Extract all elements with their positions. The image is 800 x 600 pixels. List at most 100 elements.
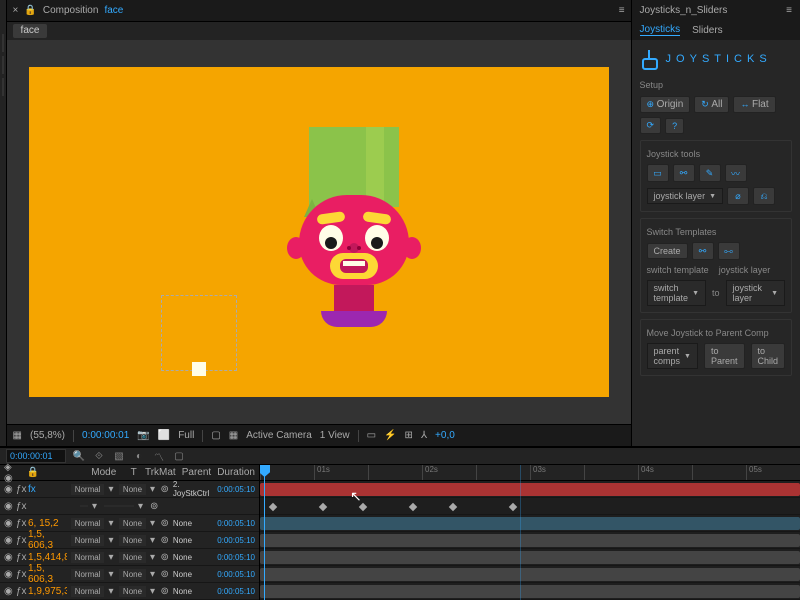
transparency-icon[interactable]: ▦ (229, 430, 238, 441)
origin-button[interactable]: ⊕ Origin (640, 96, 691, 113)
flowchart-icon[interactable]: ⅄ (421, 430, 427, 441)
eyebrow-right (362, 211, 391, 225)
composition-tab-label: Composition (43, 5, 99, 16)
reverse-button[interactable]: ⟳ (640, 117, 662, 134)
layer-row[interactable]: ◉ƒx▾▾⊚ (0, 498, 259, 515)
tool-slot[interactable] (2, 56, 4, 74)
ear-right (403, 237, 421, 259)
timecode-display[interactable]: 0:00:00:01 (82, 430, 129, 441)
joystick-bounds[interactable] (161, 295, 237, 371)
tool-link-icon[interactable]: ⚯ (673, 164, 695, 182)
viewport[interactable] (7, 40, 631, 424)
joystick-layer-lbl: joystick layer (719, 265, 785, 275)
all-button[interactable]: ↻ All (694, 96, 729, 113)
layer-bar[interactable] (260, 585, 800, 598)
fast-preview-icon[interactable]: ⚡ (384, 430, 396, 441)
layer-row[interactable]: ◉ƒx1,9,975,3Normal▾None▾⊚None0:00:05:10 (0, 583, 259, 600)
channel-icon[interactable]: ⬜ (158, 430, 170, 441)
col-mode: Mode (91, 467, 124, 478)
track-row[interactable] (260, 515, 800, 532)
motion-blur-icon[interactable]: ◐ (132, 449, 146, 463)
joysticks-panel: Joysticks_n_Sliders ≡ Joysticks Sliders … (631, 0, 800, 446)
shy-icon[interactable]: ⟐ (92, 449, 106, 463)
layer-row[interactable]: ◉ƒx1,5, 606,3Normal▾None▾⊚None0:00:05:10 (0, 566, 259, 583)
parent-comps-dd[interactable]: parent comps (647, 343, 698, 369)
to-parent-button[interactable]: to Parent (704, 343, 745, 369)
graph-icon[interactable]: 〽 (152, 449, 166, 463)
pixel-aspect-icon[interactable]: ▭ (367, 430, 376, 441)
roi-icon[interactable]: ▢ (211, 430, 220, 441)
col-trkmat: TrkMat (145, 467, 176, 478)
zoom-level[interactable]: (55,8%) (30, 430, 65, 441)
logo-row: JOYSTICKS (640, 46, 792, 72)
setup-buttons: ⊕ Origin ↻ All ↔ Flat ⟳ ? (640, 96, 792, 134)
flat-button[interactable]: ↔ Flat (733, 96, 775, 113)
resolution-dd[interactable]: Full (178, 430, 194, 441)
character-face (309, 127, 399, 327)
camera-dd[interactable]: Active Camera (246, 430, 312, 441)
tab-joysticks[interactable]: Joysticks (640, 24, 681, 36)
grid-icon[interactable]: ▦ (13, 430, 22, 441)
switch-template-dd[interactable]: switch template (647, 280, 706, 306)
tool-unlink-icon[interactable]: ⌀ (727, 187, 749, 205)
panel-menu-icon[interactable]: ≡ (786, 5, 792, 16)
search-icon[interactable]: 🔍 (72, 449, 86, 463)
keyframe-icon[interactable] (359, 503, 367, 511)
layer-bar[interactable] (260, 568, 800, 581)
timeline-tracks[interactable]: 01s02s03s04s05s (260, 465, 800, 600)
track-row[interactable] (260, 549, 800, 566)
eye-right (365, 225, 389, 251)
track-row[interactable] (260, 532, 800, 549)
template-link-icon[interactable]: ⚯ (692, 242, 714, 260)
help-button[interactable]: ? (665, 118, 684, 134)
exposure-value[interactable]: +0,0 (435, 430, 455, 441)
panel-sub-tabs: Joysticks Sliders (632, 20, 800, 40)
layer-row[interactable]: ◉ƒxfxNormal▾None▾⊚2. JoyStkCtrl0:00:05:1… (0, 481, 259, 498)
tools-label: Joystick tools (647, 149, 785, 159)
template-chain-icon[interactable]: ⧟ (718, 242, 740, 260)
joystick-layer-dd-2[interactable]: joystick layer (726, 280, 785, 306)
lock-icon[interactable]: 🔒 (24, 5, 36, 16)
layer-bar[interactable] (260, 534, 800, 547)
timeline-panel: 🔍 ⟐ ▧ ◐ 〽 ▢ ◈ ◉ 🔒 Mode T TrkMat Parent D… (0, 446, 800, 600)
to-child-button[interactable]: to Child (751, 343, 786, 369)
eye-left (319, 225, 343, 251)
tab-sliders[interactable]: Sliders (692, 25, 723, 36)
nose (349, 243, 359, 253)
tool-pen-icon[interactable]: ✎ (699, 164, 721, 182)
keyframe-icon[interactable] (319, 503, 327, 511)
panel-options-icon[interactable]: ≡ (619, 5, 625, 16)
joystick-layer-dd[interactable]: joystick layer (647, 188, 723, 204)
frame-blend-icon[interactable]: ▧ (112, 449, 126, 463)
comp-sub-tab[interactable]: face (13, 24, 48, 38)
track-row[interactable] (260, 498, 800, 515)
layer-bar[interactable] (260, 551, 800, 564)
composition-panel: × 🔒 Composition face ≡ face (7, 0, 631, 446)
keyframe-icon[interactable] (409, 503, 417, 511)
tool-rect-icon[interactable]: ▭ (647, 164, 669, 182)
timeline-icon[interactable]: ⊞ (405, 430, 413, 441)
keyframe-icon[interactable] (269, 503, 277, 511)
canvas[interactable] (29, 67, 609, 397)
create-button[interactable]: Create (647, 243, 688, 259)
layer-row[interactable]: ◉ƒx1,5, 606,3Normal▾None▾⊚None0:00:05:10 (0, 532, 259, 549)
playhead[interactable] (264, 465, 265, 600)
layer-bar[interactable] (260, 517, 800, 530)
tool-slot[interactable] (2, 34, 4, 52)
track-row[interactable] (260, 566, 800, 583)
templates-label: Switch Templates (647, 227, 785, 237)
track-row[interactable] (260, 481, 800, 498)
track-row[interactable] (260, 583, 800, 600)
keyframe-icon[interactable] (509, 503, 517, 511)
tool-trash-icon[interactable]: ⎌ (753, 187, 775, 205)
views-dd[interactable]: 1 View (320, 430, 350, 441)
joystick-handle[interactable] (192, 362, 206, 376)
time-ruler[interactable]: 01s02s03s04s05s (260, 465, 800, 481)
panel-menu-icon[interactable]: × (13, 5, 19, 16)
draft-icon[interactable]: ▢ (172, 449, 186, 463)
tool-slot[interactable] (2, 78, 4, 96)
tool-curve-icon[interactable]: 〰 (725, 164, 747, 182)
layer-bar[interactable] (260, 483, 800, 496)
keyframe-icon[interactable] (449, 503, 457, 511)
snapshot-icon[interactable]: 📷 (137, 430, 149, 441)
